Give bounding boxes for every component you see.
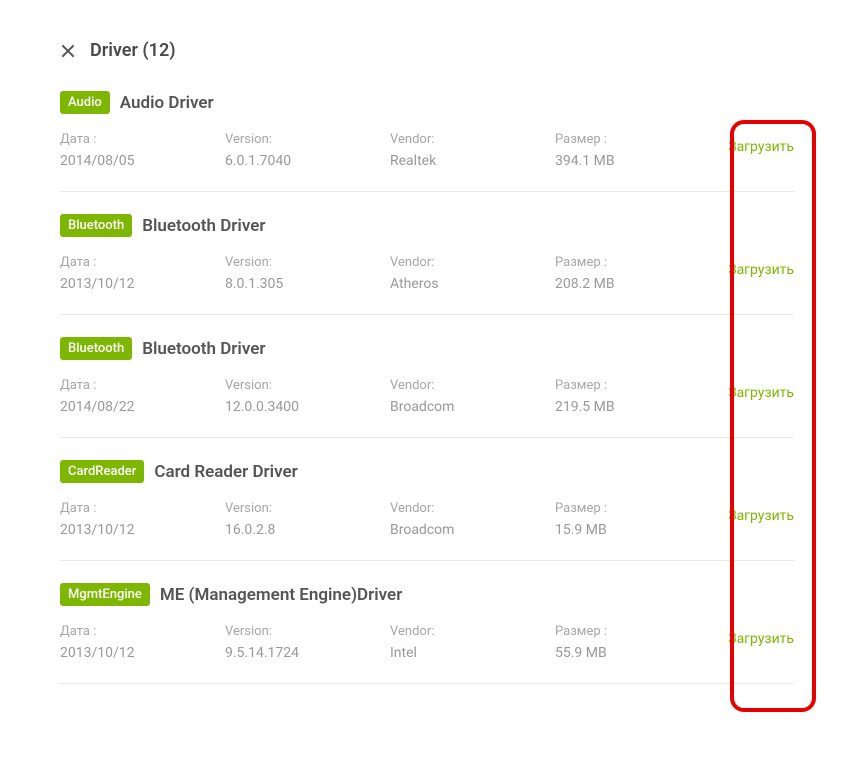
- download-link[interactable]: Загрузить: [728, 385, 794, 401]
- date-value: 2013/10/12: [60, 276, 225, 292]
- download-link[interactable]: Загрузить: [728, 631, 794, 647]
- driver-list: Audio Audio Driver Дата : 2014/08/05 Ver…: [60, 91, 794, 684]
- header: Driver (12): [60, 40, 794, 61]
- date-label: Дата :: [60, 132, 225, 147]
- close-icon[interactable]: [60, 43, 76, 59]
- size-value: 219.5 MB: [555, 399, 675, 415]
- driver-name: Bluetooth Driver: [142, 216, 265, 236]
- vendor-value: Intel: [390, 645, 555, 661]
- version-label: Version:: [225, 378, 390, 393]
- download-link[interactable]: Загрузить: [728, 139, 794, 155]
- version-label: Version:: [225, 132, 390, 147]
- version-label: Version:: [225, 624, 390, 639]
- driver-name: Audio Driver: [120, 93, 214, 113]
- version-value: 9.5.14.1724: [225, 645, 390, 661]
- version-label: Version:: [225, 255, 390, 270]
- date-value: 2013/10/12: [60, 522, 225, 538]
- size-value: 15.9 MB: [555, 522, 675, 538]
- size-value: 208.2 MB: [555, 276, 675, 292]
- category-badge: Bluetooth: [60, 214, 132, 237]
- vendor-value: Broadcom: [390, 522, 555, 538]
- date-label: Дата :: [60, 255, 225, 270]
- version-label: Version:: [225, 501, 390, 516]
- vendor-label: Vendor:: [390, 255, 555, 270]
- vendor-label: Vendor:: [390, 624, 555, 639]
- vendor-label: Vendor:: [390, 378, 555, 393]
- vendor-value: Broadcom: [390, 399, 555, 415]
- driver-meta: Дата : 2014/08/05 Version: 6.0.1.7040 Ve…: [60, 132, 794, 169]
- size-label: Размер :: [555, 132, 675, 147]
- date-value: 2014/08/05: [60, 153, 225, 169]
- driver-name: Card Reader Driver: [154, 462, 297, 482]
- driver-meta: Дата : 2013/10/12 Version: 16.0.2.8 Vend…: [60, 501, 794, 538]
- date-value: 2013/10/12: [60, 645, 225, 661]
- date-label: Дата :: [60, 501, 225, 516]
- driver-name: Bluetooth Driver: [142, 339, 265, 359]
- driver-title-row: Audio Audio Driver: [60, 91, 794, 114]
- driver-name: ME (Management Engine)Driver: [160, 585, 402, 605]
- size-label: Размер :: [555, 378, 675, 393]
- size-value: 55.9 MB: [555, 645, 675, 661]
- category-badge: MgmtEngine: [60, 583, 150, 606]
- version-value: 12.0.0.3400: [225, 399, 390, 415]
- vendor-label: Vendor:: [390, 132, 555, 147]
- driver-title-row: Bluetooth Bluetooth Driver: [60, 214, 794, 237]
- driver-title-row: CardReader Card Reader Driver: [60, 460, 794, 483]
- driver-meta: Дата : 2013/10/12 Version: 8.0.1.305 Ven…: [60, 255, 794, 292]
- version-value: 6.0.1.7040: [225, 153, 390, 169]
- driver-meta: Дата : 2013/10/12 Version: 9.5.14.1724 V…: [60, 624, 794, 661]
- driver-item: Bluetooth Bluetooth Driver Дата : 2013/1…: [60, 214, 794, 315]
- driver-title-row: Bluetooth Bluetooth Driver: [60, 337, 794, 360]
- size-label: Размер :: [555, 255, 675, 270]
- category-badge: CardReader: [60, 460, 144, 483]
- vendor-label: Vendor:: [390, 501, 555, 516]
- category-badge: Audio: [60, 91, 110, 114]
- version-value: 16.0.2.8: [225, 522, 390, 538]
- date-label: Дата :: [60, 624, 225, 639]
- driver-item: CardReader Card Reader Driver Дата : 201…: [60, 460, 794, 561]
- category-badge: Bluetooth: [60, 337, 132, 360]
- driver-item: Bluetooth Bluetooth Driver Дата : 2014/0…: [60, 337, 794, 438]
- size-label: Размер :: [555, 624, 675, 639]
- download-link[interactable]: Загрузить: [728, 508, 794, 524]
- driver-item: Audio Audio Driver Дата : 2014/08/05 Ver…: [60, 91, 794, 192]
- date-label: Дата :: [60, 378, 225, 393]
- page-title: Driver (12): [90, 40, 176, 61]
- download-link[interactable]: Загрузить: [728, 262, 794, 278]
- driver-title-row: MgmtEngine ME (Management Engine)Driver: [60, 583, 794, 606]
- vendor-value: Atheros: [390, 276, 555, 292]
- driver-item: MgmtEngine ME (Management Engine)Driver …: [60, 583, 794, 684]
- date-value: 2014/08/22: [60, 399, 225, 415]
- size-label: Размер :: [555, 501, 675, 516]
- vendor-value: Realtek: [390, 153, 555, 169]
- size-value: 394.1 MB: [555, 153, 675, 169]
- version-value: 8.0.1.305: [225, 276, 390, 292]
- driver-meta: Дата : 2014/08/22 Version: 12.0.0.3400 V…: [60, 378, 794, 415]
